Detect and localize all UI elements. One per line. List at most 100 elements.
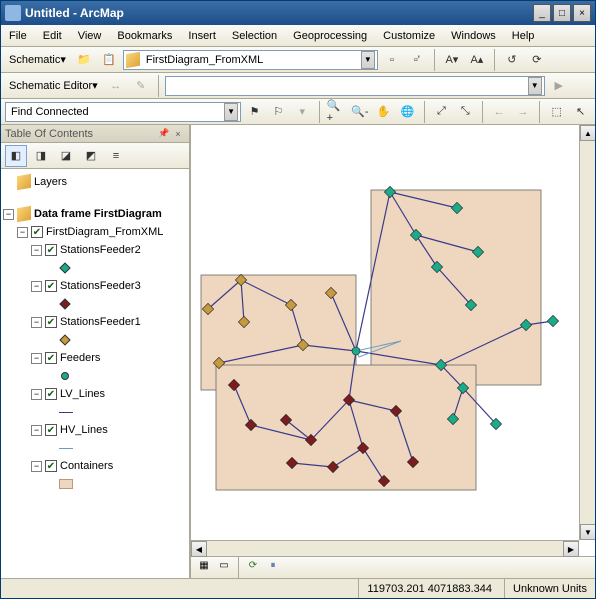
restore-button[interactable]: ↺ xyxy=(501,49,523,71)
menu-customize[interactable]: Customize xyxy=(375,25,443,46)
open-diagram-button[interactable]: 📁 xyxy=(73,49,95,71)
menu-geoprocessing[interactable]: Geoprocessing xyxy=(285,25,375,46)
map-view: ▲ ▼ ◀ ▶ ▦ ▭ ⟳ ⏸ xyxy=(191,125,595,578)
list-by-visibility-button[interactable]: ◪ xyxy=(55,145,77,167)
map-canvas[interactable]: ▲ ▼ ◀ ▶ xyxy=(191,125,595,556)
diagram-dropdown[interactable]: FirstDiagram_FromXML ▼ xyxy=(123,50,378,70)
sublayer[interactable]: −✔LV_Lines xyxy=(3,385,187,403)
titlebar: Untitled - ArcMap _ □ × xyxy=(1,1,595,25)
close-button[interactable]: × xyxy=(573,4,591,22)
toc-tree: Layers − Data frame FirstDiagram − ✔ Fir… xyxy=(1,169,189,578)
collapse-icon[interactable]: − xyxy=(3,209,14,220)
scroll-left-button[interactable]: ◀ xyxy=(191,541,207,557)
sublayer[interactable]: −✔HV_Lines xyxy=(3,421,187,439)
pan-button[interactable]: ✋ xyxy=(373,101,394,123)
increase-symbol-button[interactable]: A▴ xyxy=(466,49,488,71)
toc-pin-button[interactable]: 📌 xyxy=(157,127,171,141)
full-extent-button[interactable]: 🌐 xyxy=(397,101,418,123)
menu-file[interactable]: File xyxy=(1,25,35,46)
schematic-dropdown[interactable]: Schematic ▾ xyxy=(5,53,70,66)
zoom-in-button[interactable]: 🔍+ xyxy=(326,101,347,123)
vertical-scrollbar[interactable]: ▲ ▼ xyxy=(579,125,595,540)
sublayer-symbol xyxy=(3,331,187,349)
generate-button[interactable]: ▫' xyxy=(406,49,428,71)
sublayer-label: StationsFeeder3 xyxy=(60,280,141,292)
collapse-icon[interactable]: − xyxy=(31,425,42,436)
dropdown-arrow-icon: ▼ xyxy=(224,103,238,121)
sublayer[interactable]: −✔StationsFeeder3 xyxy=(3,277,187,295)
zoom-out-fixed-button[interactable]: ⤡ xyxy=(455,101,476,123)
sublayer-symbol xyxy=(3,403,187,421)
zoom-out-button[interactable]: 🔍- xyxy=(349,101,370,123)
update-button[interactable]: ⟳ xyxy=(526,49,548,71)
propagate-button[interactable]: ▫ xyxy=(381,49,403,71)
options-button: ▾ xyxy=(292,101,313,123)
minimize-button[interactable]: _ xyxy=(533,4,551,22)
zoom-in-fixed-button[interactable]: ⤢ xyxy=(431,101,452,123)
collapse-icon[interactable]: − xyxy=(31,317,42,328)
save-diagram-button[interactable]: 📋 xyxy=(98,49,120,71)
menu-help[interactable]: Help xyxy=(504,25,543,46)
pause-button[interactable]: ⏸ xyxy=(264,557,282,575)
layer-checkbox[interactable]: ✔ xyxy=(45,280,57,292)
menu-view[interactable]: View xyxy=(70,25,110,46)
scroll-right-button[interactable]: ▶ xyxy=(563,541,579,557)
units-display: Unknown Units xyxy=(504,579,587,598)
select-button[interactable]: ⬚ xyxy=(546,101,567,123)
collapse-icon[interactable]: − xyxy=(31,461,42,472)
diagram-layer[interactable]: − ✔ FirstDiagram_FromXML xyxy=(3,223,187,241)
collapse-icon[interactable]: − xyxy=(31,389,42,400)
collapse-icon[interactable]: − xyxy=(31,353,42,364)
list-by-selection-button[interactable]: ◩ xyxy=(80,145,102,167)
layers-root[interactable]: Layers xyxy=(3,173,187,191)
scroll-down-button[interactable]: ▼ xyxy=(580,524,595,540)
horizontal-scrollbar[interactable]: ◀ ▶ xyxy=(191,540,579,556)
layers-icon xyxy=(17,174,31,190)
maximize-button[interactable]: □ xyxy=(553,4,571,22)
collapse-icon[interactable]: − xyxy=(31,281,42,292)
collapse-icon[interactable]: − xyxy=(17,227,28,238)
network-toolbar: Find Connected ▼ ⚑ ⚐ ▾ 🔍+ 🔍- ✋ 🌐 ⤢ ⤡ ← →… xyxy=(1,99,595,125)
pointer-button[interactable]: ↖ xyxy=(570,101,591,123)
sublayer-symbol xyxy=(3,295,187,313)
list-by-source-button[interactable]: ◨ xyxy=(30,145,52,167)
back-button: ← xyxy=(489,101,510,123)
sublayer[interactable]: −✔Containers xyxy=(3,457,187,475)
layer-checkbox[interactable]: ✔ xyxy=(45,460,57,472)
schematic-editor-dropdown[interactable]: Schematic Editor ▾ xyxy=(5,79,102,92)
decrease-symbol-button[interactable]: A▾ xyxy=(441,49,463,71)
options-button[interactable]: ≡ xyxy=(105,145,127,167)
layout-dropdown[interactable]: ▼ xyxy=(165,76,545,96)
edit-move-button: ↔ xyxy=(105,75,127,97)
menu-selection[interactable]: Selection xyxy=(224,25,285,46)
data-view-tab[interactable]: ▦ xyxy=(195,557,213,575)
list-by-drawing-button[interactable]: ◧ xyxy=(5,145,27,167)
toc-title-text: Table Of Contents xyxy=(5,128,93,140)
sublayer[interactable]: −✔StationsFeeder2 xyxy=(3,241,187,259)
menu-edit[interactable]: Edit xyxy=(35,25,70,46)
menu-windows[interactable]: Windows xyxy=(443,25,504,46)
data-frame[interactable]: − Data frame FirstDiagram xyxy=(3,205,187,223)
sublayer[interactable]: −✔StationsFeeder1 xyxy=(3,313,187,331)
layout-view-tab[interactable]: ▭ xyxy=(215,557,233,575)
trace-dropdown-text: Find Connected xyxy=(8,106,224,118)
menu-insert[interactable]: Insert xyxy=(180,25,224,46)
sublayer[interactable]: −✔Feeders xyxy=(3,349,187,367)
refresh-button[interactable]: ⟳ xyxy=(244,557,262,575)
layer-checkbox[interactable]: ✔ xyxy=(45,244,57,256)
layer-checkbox[interactable]: ✔ xyxy=(45,316,57,328)
trace-task-dropdown[interactable]: Find Connected ▼ xyxy=(5,102,241,122)
layer-checkbox[interactable]: ✔ xyxy=(31,226,43,238)
sublayer-label: HV_Lines xyxy=(60,424,108,436)
layer-checkbox[interactable]: ✔ xyxy=(45,352,57,364)
solve-button[interactable]: ⚑ xyxy=(244,101,265,123)
view-tabs-bar: ▦ ▭ ⟳ ⏸ xyxy=(191,556,595,578)
layer-checkbox[interactable]: ✔ xyxy=(45,388,57,400)
diagram-dropdown-text: FirstDiagram_FromXML xyxy=(143,54,361,66)
collapse-icon[interactable]: − xyxy=(31,245,42,256)
flag-button[interactable]: ⚐ xyxy=(268,101,289,123)
scroll-up-button[interactable]: ▲ xyxy=(580,125,595,141)
layer-checkbox[interactable]: ✔ xyxy=(45,424,57,436)
toc-close-button[interactable]: × xyxy=(171,127,185,141)
menu-bookmarks[interactable]: Bookmarks xyxy=(109,25,180,46)
